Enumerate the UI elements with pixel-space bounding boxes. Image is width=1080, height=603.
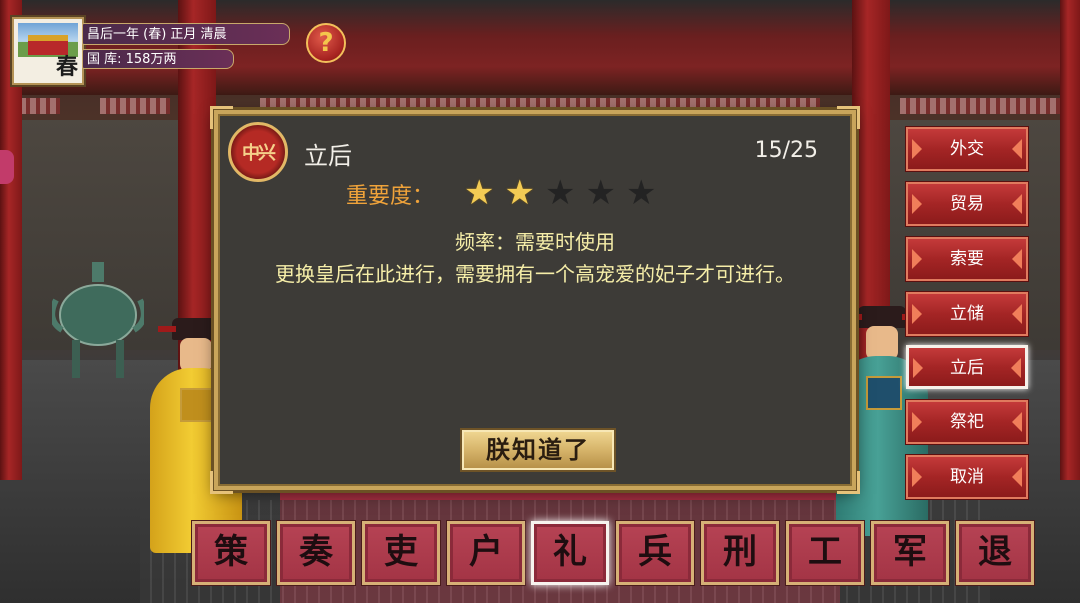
help-button[interactable]: ?: [306, 23, 346, 63]
ministry-tab-works[interactable]: 工: [786, 521, 864, 585]
star-empty-icon: ★: [544, 173, 576, 213]
star-filled-icon: ★: [504, 173, 535, 213]
menu-item-crown-empress[interactable]: 立后: [906, 345, 1028, 389]
ceiling-beam: [0, 0, 1080, 95]
incense-burner-icon: [52, 262, 144, 378]
progress-counter: 15/25: [754, 138, 818, 163]
ministry-tab-memorial[interactable]: 奏: [277, 521, 355, 585]
ministry-tab-army[interactable]: 军: [871, 521, 949, 585]
frequency-text: 频率：需要时使用: [455, 230, 615, 254]
season-portrait: 春: [12, 17, 84, 85]
star-empty-icon: ★: [585, 173, 616, 213]
lattice-window: [100, 98, 170, 114]
menu-item-crown-prince[interactable]: 立储: [906, 292, 1028, 336]
description-text: 更换皇后在此进行，需要拥有一个高宠爱的妃子才可进行。: [275, 262, 795, 286]
emblem-text: 中兴: [242, 143, 276, 164]
pillar: [1060, 0, 1080, 480]
menu-item-demand[interactable]: 索要: [906, 237, 1028, 281]
importance-rating: ★ ★ ★ ★ ★: [464, 176, 656, 210]
menu-item-sacrifice[interactable]: 祭祀: [906, 400, 1028, 444]
ministry-tab-personnel[interactable]: 吏: [362, 521, 440, 585]
treasury-display: 国 库: 158万两: [82, 49, 234, 69]
star-empty-icon: ★: [625, 173, 657, 213]
importance-label: 重要度：: [346, 184, 435, 209]
ministry-tab-revenue[interactable]: 户: [447, 521, 525, 585]
emblem-icon: 中兴: [228, 122, 288, 182]
lattice-window: [900, 98, 1070, 114]
info-dialog: 中兴 立后 15/25 重要度： ★ ★ ★ ★ ★ 频率：需要时使用 更换皇后在此进行…: [210, 106, 860, 494]
ministry-tab-retreat[interactable]: 退: [956, 521, 1034, 585]
ministry-tab-justice[interactable]: 刑: [701, 521, 779, 585]
ministry-tab-rites[interactable]: 礼: [531, 521, 609, 585]
confirm-button[interactable]: 朕知道了: [460, 428, 616, 472]
menu-item-diplomacy[interactable]: 外交: [906, 127, 1028, 171]
date-display: 昌后一年 (春) 正月 清晨: [82, 23, 290, 45]
star-filled-icon: ★: [464, 173, 495, 213]
ministry-tab-war[interactable]: 兵: [616, 521, 694, 585]
ministry-tab-policy[interactable]: 策: [192, 521, 270, 585]
season-label: 春: [55, 54, 78, 80]
menu-item-cancel[interactable]: 取消: [906, 455, 1028, 499]
menu-item-trade[interactable]: 贸易: [906, 182, 1028, 226]
dialog-title: 立后: [304, 142, 352, 170]
side-notification-tab[interactable]: [0, 150, 14, 184]
